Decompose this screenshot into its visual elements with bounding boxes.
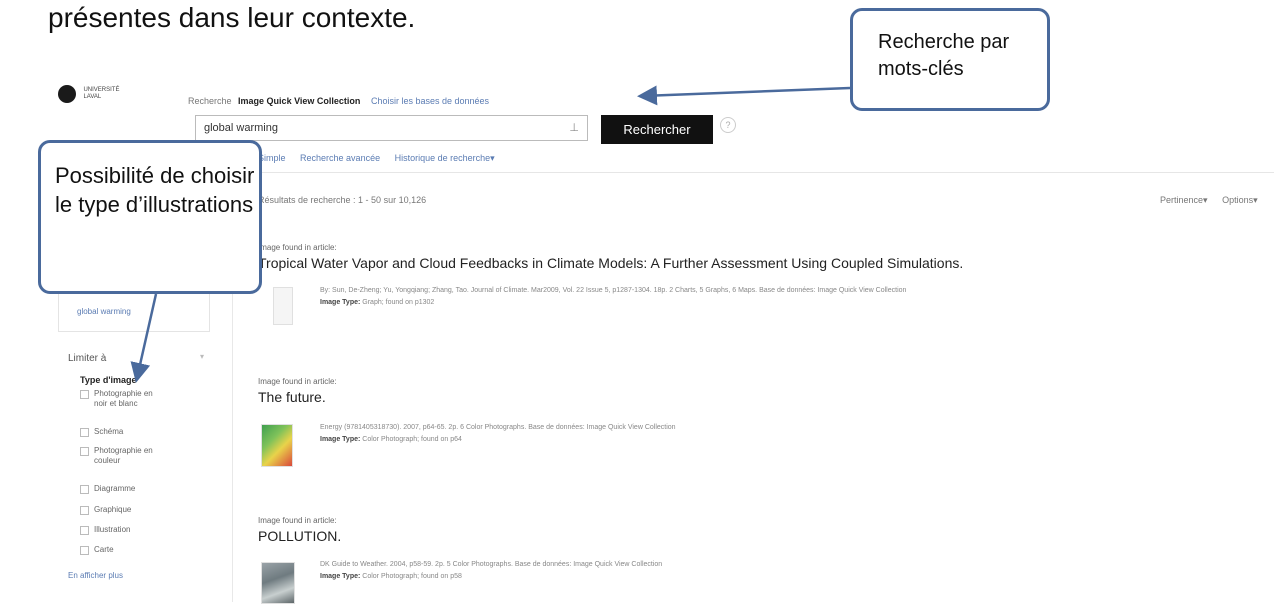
arrow-to-image-type xyxy=(130,293,158,383)
arrow-to-search xyxy=(637,85,851,106)
annotation-arrows xyxy=(130,85,851,383)
